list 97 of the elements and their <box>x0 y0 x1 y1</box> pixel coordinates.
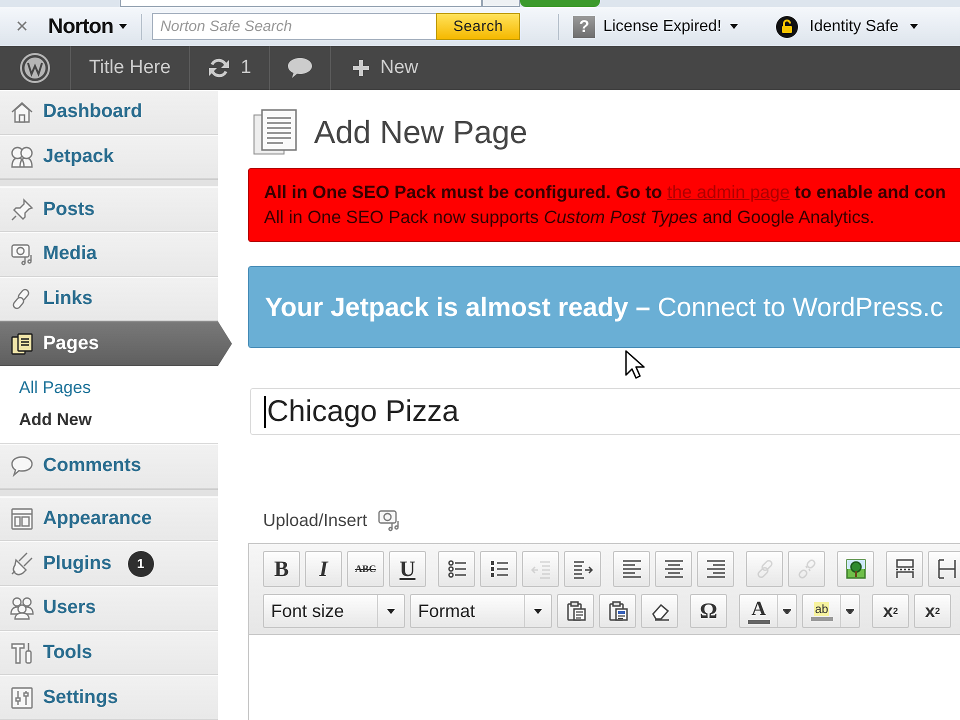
caret-icon <box>534 608 542 614</box>
paste-text-button[interactable] <box>557 594 594 628</box>
caret-icon <box>387 608 395 614</box>
sidebar-item[interactable]: Dashboard <box>0 90 218 135</box>
camera-icon <box>10 242 34 266</box>
clipboard-icon <box>566 601 586 621</box>
numbered-list-button[interactable] <box>480 551 517 587</box>
align-right-icon <box>706 559 726 579</box>
caret-icon <box>846 608 854 614</box>
toolbar-button[interactable] <box>520 0 600 7</box>
align-left-button[interactable] <box>613 551 650 587</box>
sidebar-item[interactable]: Plugins 1 <box>0 541 218 586</box>
mouse-pointer-icon <box>625 350 645 380</box>
clipboard-icon <box>608 601 628 621</box>
superscript-button[interactable]: x$^{2}$ <box>872 594 909 628</box>
bullet-list-icon <box>446 559 466 579</box>
indent-button[interactable] <box>564 551 601 587</box>
norton-menu[interactable]: Norton <box>48 14 128 38</box>
dropdown[interactable]: Format <box>410 594 552 628</box>
refresh-icon <box>208 58 230 78</box>
sidebar-item[interactable]: Users <box>0 586 218 631</box>
dropdown[interactable]: Font size <box>263 594 405 628</box>
landscape-icon <box>846 559 866 579</box>
align-center-icon <box>664 559 684 579</box>
highlight-button[interactable]: ab <box>802 594 860 628</box>
sidebar-item[interactable]: Media <box>0 232 218 277</box>
new-button[interactable]: New <box>331 46 440 90</box>
sidebar-item[interactable]: Appearance <box>0 496 218 542</box>
logo-icon <box>20 53 50 83</box>
outdent-icon <box>530 559 550 579</box>
identity-safe-menu[interactable]: Identity Safe <box>776 16 918 38</box>
people-icon <box>10 596 34 620</box>
bullet-list-button[interactable] <box>438 551 475 587</box>
submenu-item[interactable]: Add New <box>0 404 98 436</box>
caret-icon <box>119 24 128 29</box>
sidebar-item[interactable]: Links <box>0 276 218 322</box>
italic-button[interactable]: I <box>305 551 342 587</box>
strikethrough-button[interactable]: ABC <box>347 551 384 587</box>
page-break-icon <box>894 559 914 579</box>
house-icon <box>10 100 34 124</box>
caret-icon <box>910 24 918 29</box>
indent-icon <box>572 559 592 579</box>
sidebar-item[interactable]: Comments <box>0 444 218 489</box>
eraser-icon <box>650 601 670 621</box>
count-badge: 1 <box>128 550 154 577</box>
table-icon <box>936 559 956 579</box>
align-right-button[interactable] <box>697 551 734 587</box>
speech-bubble-icon <box>10 454 34 478</box>
sliders-icon <box>10 686 34 710</box>
sidebar-item[interactable]: Tools <box>0 630 218 676</box>
paste-word-button[interactable] <box>599 594 636 628</box>
page-title: Add New Page <box>314 114 528 150</box>
more-tag-button[interactable] <box>886 551 923 587</box>
pages-icon <box>10 332 34 356</box>
notice-text: All in One SEO Pack must be configured. Go to the admin page to enable and con <box>264 181 947 204</box>
add-media-button[interactable] <box>377 508 402 532</box>
sidebar-item[interactable]: Settings <box>0 675 218 720</box>
underline-button[interactable]: U <box>389 551 426 587</box>
image-button[interactable] <box>837 551 874 587</box>
chain-link-icon <box>754 559 774 579</box>
lock-icon <box>776 16 798 38</box>
eraser-button[interactable] <box>641 594 678 628</box>
caret-icon <box>783 608 792 614</box>
camera-icon <box>377 508 402 532</box>
notice-text: Your Jetpack is almost ready – Connect to WordPress.c <box>265 291 944 323</box>
search-field[interactable]: Norton Safe Search <box>152 13 436 40</box>
align-center-button[interactable] <box>655 551 692 587</box>
table-button[interactable] <box>928 551 960 587</box>
upload-insert-link[interactable]: Upload/Insert <box>263 510 368 530</box>
title-field[interactable]: Chicago Pizza <box>250 388 960 435</box>
help-badge: ? <box>573 16 596 38</box>
plug-icon <box>10 552 34 576</box>
notice-text: All in One SEO Pack now supports Custom Post Types and Google Analytics. <box>264 206 876 229</box>
numbered-list-icon <box>488 559 508 579</box>
tools-icon <box>10 641 34 666</box>
submenu-item[interactable]: All Pages <box>0 372 97 404</box>
pushpin-icon <box>10 198 34 222</box>
toolbar-segment <box>482 0 520 7</box>
address-field[interactable] <box>120 0 482 7</box>
sidebar-item[interactable]: Posts <box>0 187 218 232</box>
sidebar-item[interactable]: Jetpack <box>0 134 218 180</box>
caret-icon <box>730 24 738 29</box>
document-icon <box>253 109 298 155</box>
plus-icon <box>353 60 370 76</box>
broken-chain-icon <box>796 559 816 579</box>
close-button[interactable]: × <box>14 16 30 36</box>
figures-icon <box>10 145 34 169</box>
sidebar-item[interactable]: Pages <box>0 321 232 366</box>
bold-button[interactable]: B <box>263 551 300 587</box>
comment-bubble-icon <box>287 57 314 79</box>
search-button[interactable]: Search <box>436 13 520 40</box>
text-color-button[interactable]: A <box>739 594 797 628</box>
layout-icon <box>10 507 34 532</box>
symbol-button[interactable]: Ω <box>690 594 727 628</box>
align-left-icon <box>622 559 642 579</box>
text-cursor <box>264 396 266 428</box>
license-menu[interactable]: ? License Expired! <box>573 16 738 38</box>
